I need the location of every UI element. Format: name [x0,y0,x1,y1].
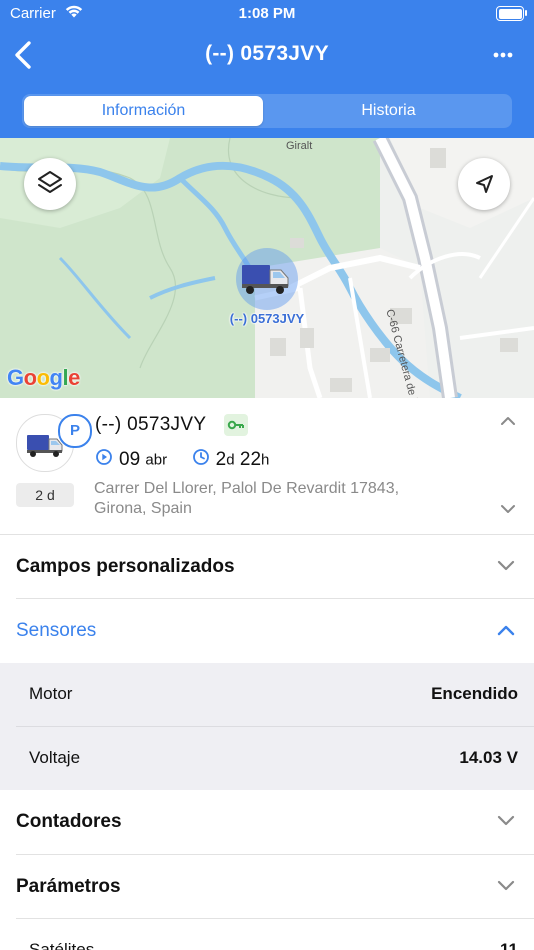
parameter-row: Satélites 11 [0,919,534,950]
top-bar: Carrier 1:08 PM (--) 0573JVY Información… [0,0,534,138]
segmented-tabs: Información Historia [22,94,512,128]
map-view[interactable]: Giralt C-66 Carretera de Besalú (--) 057… [0,138,534,398]
tab-historia[interactable]: Historia [267,96,510,126]
layers-icon [38,171,62,193]
collapse-summary-button[interactable] [498,414,518,433]
section-counters[interactable]: Contadores [0,790,534,854]
vehicle-name: (--) 0573JVY [95,414,207,435]
tab-informacion[interactable]: Información [24,96,263,126]
section-parameters[interactable]: Parámetros [0,855,534,919]
section-label: Parámetros [16,876,121,897]
last-date-month: abr [145,451,168,469]
expand-address-button[interactable] [498,502,518,521]
parameter-value: 11 [500,940,518,950]
duration-hours: 22 [239,449,262,470]
page-title: (--) 0573JVY [205,42,329,65]
section-custom-fields[interactable]: Campos personalizados [0,535,534,599]
chevron-down-icon [501,505,515,513]
chevron-down-icon [497,560,515,571]
address-line-1: Carrer Del Llorer, Palol De Revardit 178… [94,480,400,497]
battery-icon [496,6,527,21]
sensor-list: Motor Encendido Voltaje 14.03 V [0,663,534,790]
sensor-name: Motor [29,684,73,703]
map-layers-button[interactable] [24,158,76,210]
sensor-value: 14.03 V [459,748,518,767]
more-horizontal-icon [493,52,513,58]
duration-days-unit: d [226,451,235,469]
chevron-up-icon [497,625,515,636]
chevron-down-icon [497,815,515,826]
sensor-value: Encendido [431,684,518,703]
vehicle-summary: P (--) 0573JVY 09 abr 2d 22h 2 d Carrer … [0,398,534,535]
last-date-day: 09 [119,449,141,470]
section-label: Campos personalizados [16,556,235,577]
map-road-label: Giralt [286,140,313,152]
more-button[interactable] [488,42,518,68]
vehicle-marker-label: (--) 0573JVY [229,311,305,326]
duration-days: 2 [215,449,227,470]
navigation-arrow-icon [476,175,493,193]
address-line-2: Girona, Spain [94,500,192,517]
chevron-down-icon [497,880,515,891]
clock-icon [192,448,210,472]
vehicle-address: Carrer Del Llorer, Palol De Revardit 178… [94,479,474,519]
section-sensors[interactable]: Sensores [0,599,534,663]
google-logo: Google [7,365,80,390]
map-locate-button[interactable] [458,158,510,210]
parked-status-badge: P [58,414,92,448]
vehicle-marker[interactable] [236,248,298,310]
sensor-row: Motor Encendido [0,663,534,726]
duration-hours-unit: h [261,451,270,469]
ignition-key-icon [224,414,248,436]
section-label: Contadores [16,811,122,832]
vehicle-stats: 09 abr 2d 22h [95,448,269,472]
sensor-name: Voltaje [29,748,81,767]
truck-icon [242,265,289,294]
clock: 1:08 PM [238,5,296,22]
section-label: Sensores [16,620,97,641]
chevron-up-icon [501,417,515,425]
parameter-name: Satélites [29,940,95,950]
stopped-duration-badge: 2 d [16,483,74,507]
sensor-row: Voltaje 14.03 V [0,727,534,790]
play-circle-icon [95,448,113,472]
status-bar: Carrier 1:08 PM [0,0,534,28]
